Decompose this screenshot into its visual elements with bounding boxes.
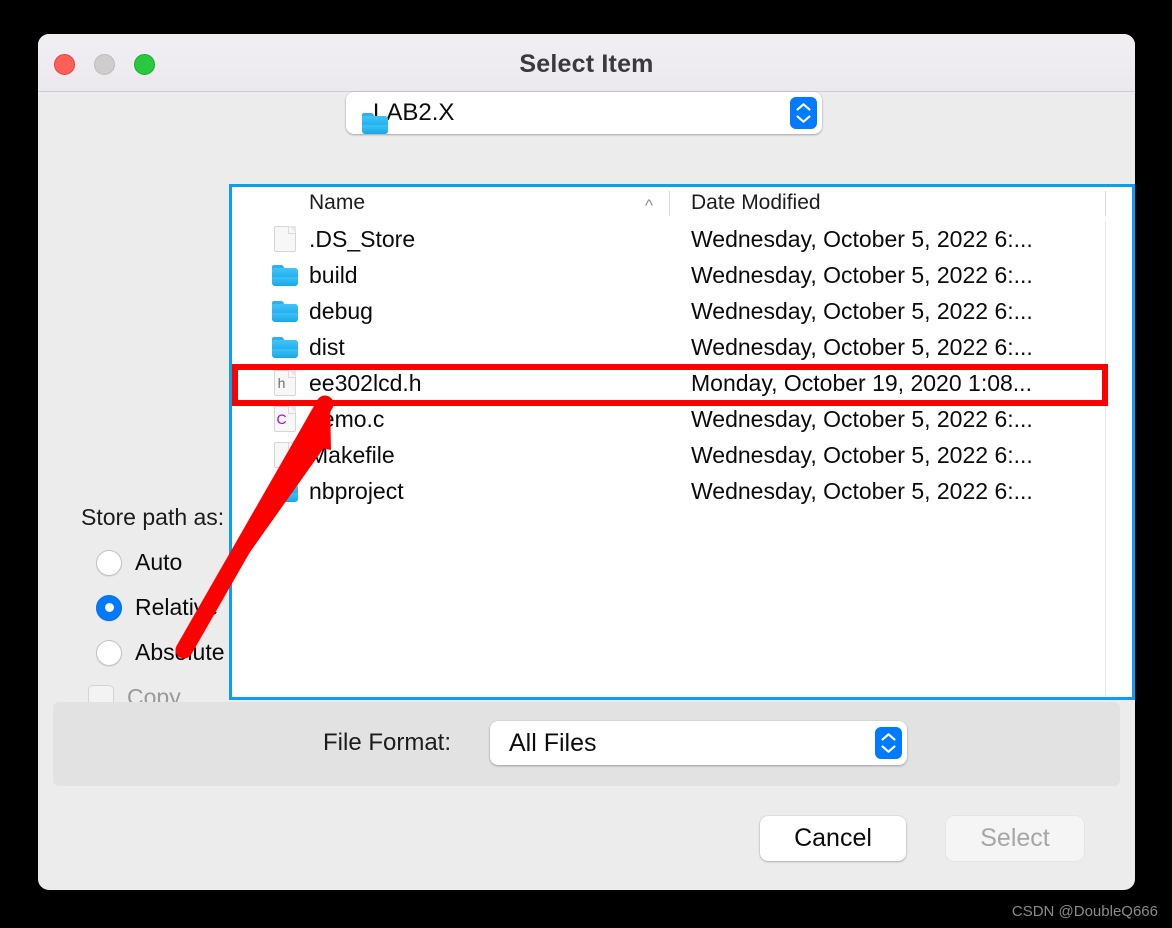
table-row[interactable]: Cdemo.c Wednesday, October 5, 2022 6:... xyxy=(232,401,1132,437)
sort-ascending-icon[interactable]: ^ xyxy=(645,196,653,216)
folder-icon xyxy=(272,300,298,322)
header-file-icon: h xyxy=(274,370,296,396)
file-name: .DS_Store xyxy=(309,225,416,252)
document-icon xyxy=(274,226,296,252)
file-date-modified: Wednesday, October 5, 2022 6:... xyxy=(691,261,1033,288)
c-source-file-icon: C xyxy=(274,406,296,432)
cancel-button[interactable]: Cancel xyxy=(760,816,906,861)
folder-icon xyxy=(272,264,298,286)
file-name: ee302lcd.h xyxy=(309,369,422,396)
table-row[interactable]: dist Wednesday, October 5, 2022 6:... xyxy=(232,329,1132,365)
chevron-updown-icon[interactable] xyxy=(790,97,817,129)
table-row[interactable]: Makefile Wednesday, October 5, 2022 6:... xyxy=(232,437,1132,473)
file-format-popup[interactable]: All Files xyxy=(490,721,907,765)
file-name: Makefile xyxy=(309,441,395,468)
file-name: debug xyxy=(309,297,373,324)
table-row[interactable]: debug Wednesday, October 5, 2022 6:... xyxy=(232,293,1132,329)
folder-icon xyxy=(272,336,298,358)
radio-label-absolute: Absolute xyxy=(135,639,225,665)
file-date-modified: Wednesday, October 5, 2022 6:... xyxy=(691,297,1033,324)
file-format-label: File Format: xyxy=(323,729,452,756)
folder-icon xyxy=(272,480,298,502)
file-date-modified: Wednesday, October 5, 2022 6:... xyxy=(691,441,1033,468)
column-header-name[interactable]: Name xyxy=(309,191,365,215)
chevron-updown-icon-format[interactable] xyxy=(875,727,902,759)
column-divider[interactable] xyxy=(669,191,670,216)
table-row[interactable]: build Wednesday, October 5, 2022 6:... xyxy=(232,257,1132,293)
column-divider-2[interactable] xyxy=(1105,191,1106,216)
store-path-options: Store path as: Auto Relative Absolute Co… xyxy=(81,504,231,720)
select-item-dialog: Select Item LAB2.X Name ^ Date Modified xyxy=(38,34,1135,890)
radio-indicator-absolute[interactable] xyxy=(96,639,122,666)
file-date-modified: Monday, October 19, 2020 1:08... xyxy=(691,369,1032,396)
select-button: Select xyxy=(946,816,1084,861)
window-titlebar: Select Item xyxy=(38,34,1135,92)
radio-label-auto: Auto xyxy=(135,549,183,575)
file-date-modified: Wednesday, October 5, 2022 6:... xyxy=(691,225,1033,252)
radio-indicator-relative[interactable] xyxy=(96,594,122,621)
radio-option-relative[interactable]: Relative xyxy=(81,585,231,630)
radio-option-absolute[interactable]: Absolute xyxy=(81,630,231,675)
radio-label-relative: Relative xyxy=(135,594,219,620)
screen: Select Item LAB2.X Name ^ Date Modified xyxy=(0,0,1172,928)
radio-option-auto[interactable]: Auto xyxy=(81,540,231,585)
file-list-header: Name ^ Date Modified xyxy=(232,187,1132,221)
current-folder-popup[interactable]: LAB2.X xyxy=(346,92,822,134)
file-list[interactable]: Name ^ Date Modified .DS_Store Wednesday,… xyxy=(229,184,1135,700)
file-name: build xyxy=(309,261,358,288)
file-date-modified: Wednesday, October 5, 2022 6:... xyxy=(691,405,1033,432)
file-date-modified: Wednesday, October 5, 2022 6:... xyxy=(691,333,1033,360)
table-row[interactable]: nbproject Wednesday, October 5, 2022 6:..… xyxy=(232,473,1132,509)
window-title: Select Item xyxy=(519,50,654,78)
store-path-label: Store path as: xyxy=(81,504,225,530)
table-row[interactable]: .DS_Store Wednesday, October 5, 2022 6:..… xyxy=(232,221,1132,257)
table-row[interactable]: h ee302lcd.h Monday, October 19, 2020 1:08… xyxy=(232,365,1132,401)
document-icon xyxy=(274,442,296,468)
file-name: nbproject xyxy=(309,477,404,504)
column-header-date-modified[interactable]: Date Modified xyxy=(691,191,821,215)
file-list-rows: .DS_Store Wednesday, October 5, 2022 6:..… xyxy=(232,221,1132,509)
file-format-value: All Files xyxy=(509,728,597,757)
file-format-panel: File Format: All Files xyxy=(53,702,1120,786)
file-date-modified: Wednesday, October 5, 2022 6:... xyxy=(691,477,1033,504)
file-name: dist xyxy=(309,333,345,360)
watermark-text: CSDN @DoubleQ666 xyxy=(1011,903,1158,920)
file-name: demo.c xyxy=(309,405,385,432)
radio-indicator-auto[interactable] xyxy=(96,549,122,576)
